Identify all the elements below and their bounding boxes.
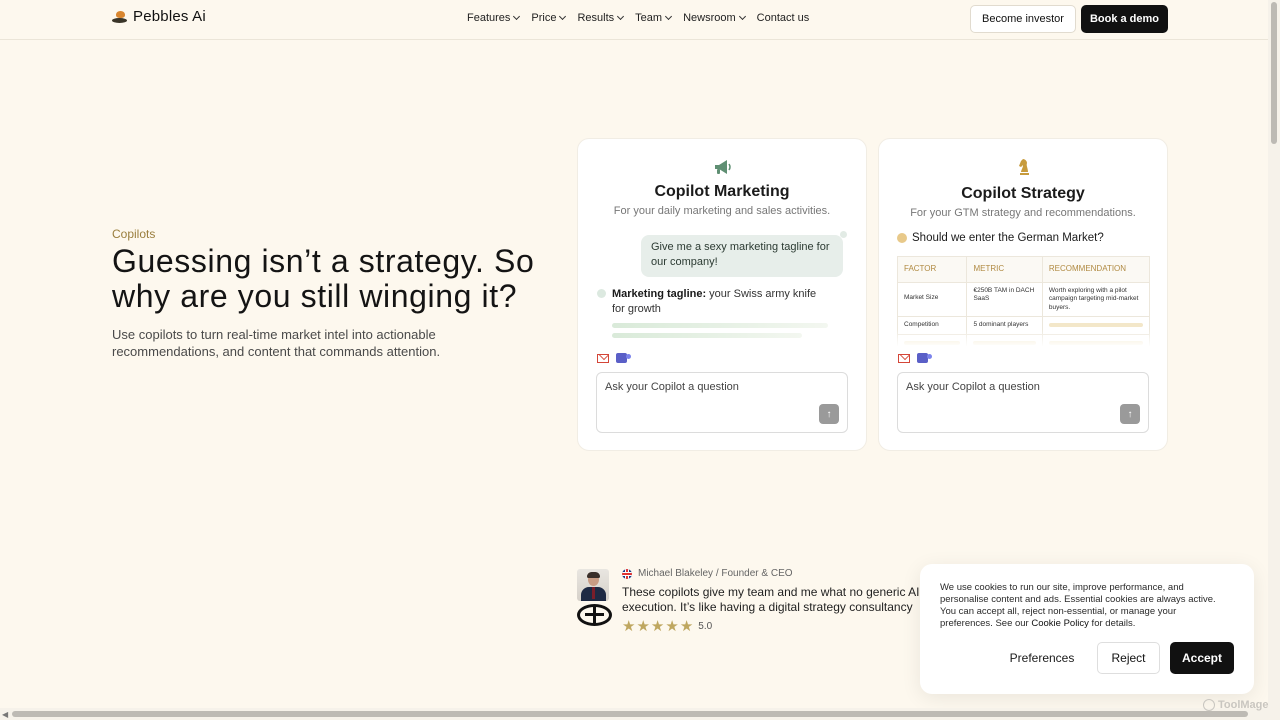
cookie-text: We use cookies to run our site, improve … xyxy=(940,582,1230,630)
quote-line: execution. It’s like having a digital st… xyxy=(622,600,913,614)
cookie-banner: We use cookies to run our site, improve … xyxy=(920,564,1254,694)
cookie-text-part: for details. xyxy=(1088,618,1136,629)
star-icon: ★ xyxy=(679,618,694,635)
star-rating: ★ ★ ★ ★ ★ 5.0 xyxy=(622,619,712,634)
uk-flag-icon xyxy=(622,569,632,579)
table-row: Market Size €250B TAM in DACH SaaS Worth… xyxy=(898,282,1149,317)
integrations xyxy=(597,353,631,363)
integrations xyxy=(898,353,932,363)
watermark-text: ToolMage xyxy=(1218,699,1269,711)
chevron-down-icon xyxy=(513,12,521,21)
quote-line: These copilots give my team and me what … xyxy=(622,585,920,599)
nav-item-contact[interactable]: Contact us xyxy=(757,12,810,24)
pebbles-logo-icon xyxy=(112,10,127,23)
chevron-down-icon xyxy=(559,12,567,21)
testimonial-quote: These copilots give my team and me what … xyxy=(622,585,922,617)
nav-label: Price xyxy=(531,12,557,24)
card-subtitle: For your GTM strategy and recommendation… xyxy=(910,207,1136,219)
ask-placeholder: Ask your Copilot a question xyxy=(605,381,739,393)
star-icon: ★ xyxy=(650,618,665,635)
hero-subline: Use copilots to turn real-time market in… xyxy=(112,327,441,359)
nav-item-price[interactable]: Price xyxy=(531,12,567,24)
watermark-icon xyxy=(1203,699,1215,711)
ask-copilot-input[interactable]: Ask your Copilot a question ↑ xyxy=(596,372,848,433)
skeleton-line xyxy=(612,333,802,338)
scroll-left-icon[interactable]: ◀ xyxy=(2,710,8,719)
nav-label: Team xyxy=(635,12,663,24)
card-subtitle: For your daily marketing and sales activ… xyxy=(613,205,831,217)
table-fade xyxy=(897,329,1150,347)
answer-dot xyxy=(597,289,606,298)
testimonial-author: Michael Blakeley / Founder & CEO xyxy=(638,568,793,579)
copilot-marketing-card: Copilot Marketing For your daily marketi… xyxy=(577,138,867,451)
scrollbar-thumb[interactable] xyxy=(1271,2,1277,144)
copilot-strategy-card: Copilot Strategy For your GTM strategy a… xyxy=(878,138,1168,451)
chess-knight-icon xyxy=(1009,155,1039,179)
chevron-down-icon xyxy=(617,12,625,21)
copilot-answer: Marketing tagline: your Swiss army knife… xyxy=(612,287,832,317)
nav-label: Features xyxy=(467,12,511,24)
skeleton-line xyxy=(612,323,828,328)
gmail-icon xyxy=(597,353,609,363)
send-button[interactable]: ↑ xyxy=(819,404,839,424)
rating-value: 5.0 xyxy=(698,621,713,632)
book-demo-button[interactable]: Book a demo xyxy=(1081,5,1168,33)
strategy-question: Should we enter the German Market? xyxy=(912,232,1104,244)
become-investor-button[interactable]: Become investor xyxy=(970,5,1076,33)
chevron-down-icon xyxy=(665,12,673,21)
card-title: Copilot Marketing xyxy=(654,183,790,200)
chevron-down-icon xyxy=(738,12,746,21)
megaphone-icon xyxy=(708,155,738,179)
card-title: Copilot Strategy xyxy=(961,185,1085,202)
question-dot xyxy=(897,233,907,243)
star-icon: ★ xyxy=(622,618,636,635)
cookie-reject-button[interactable]: Reject xyxy=(1097,642,1160,674)
table-cell: Worth exploring with a pilot campaign ta… xyxy=(1048,286,1139,311)
scrollbar-thumb[interactable] xyxy=(12,711,1248,717)
user-question-bubble: Give me a sexy marketing tagline for our… xyxy=(641,235,843,277)
top-nav: Pebbles Ai Features Price Results Team N… xyxy=(0,0,1268,40)
cookie-accept-button[interactable]: Accept xyxy=(1170,642,1234,674)
arrow-up-icon: ↑ xyxy=(1127,408,1133,420)
teams-icon xyxy=(616,353,631,363)
column-header: METRIC xyxy=(967,257,1043,282)
nav-item-features[interactable]: Features xyxy=(467,12,521,24)
nav-item-results[interactable]: Results xyxy=(577,12,625,24)
avatar xyxy=(577,569,609,601)
vertical-scrollbar[interactable] xyxy=(1268,0,1280,720)
nav-item-newsroom[interactable]: Newsroom xyxy=(683,12,746,24)
cookie-policy-link[interactable]: Cookie Policy xyxy=(1031,618,1089,629)
teams-icon xyxy=(917,353,932,363)
watermark: ToolMage xyxy=(1203,699,1269,711)
arrow-up-icon: ↑ xyxy=(826,408,832,420)
column-header: RECOMMENDATION xyxy=(1042,257,1149,282)
main-menu: Features Price Results Team Newsroom Con… xyxy=(467,12,809,24)
ask-copilot-input[interactable]: Ask your Copilot a question ↑ xyxy=(897,372,1149,433)
company-logo-icon xyxy=(577,604,612,626)
table-cell: Market Size xyxy=(898,282,968,316)
column-header: FACTOR xyxy=(898,257,968,282)
ask-placeholder: Ask your Copilot a question xyxy=(906,381,1040,393)
nav-item-team[interactable]: Team xyxy=(635,12,673,24)
send-button[interactable]: ↑ xyxy=(1120,404,1140,424)
brand-logo[interactable]: Pebbles Ai xyxy=(112,8,206,25)
nav-label: Results xyxy=(577,12,615,24)
nav-label: Contact us xyxy=(756,12,810,24)
star-icon: ★ xyxy=(665,618,679,635)
brand-name: Pebbles Ai xyxy=(133,8,206,25)
skeleton-line xyxy=(1048,323,1143,327)
horizontal-scrollbar[interactable]: ◀ xyxy=(0,708,1268,720)
gmail-icon xyxy=(898,353,910,363)
nav-label: Newsroom xyxy=(683,12,736,24)
table-cell: €250B TAM in DACH SaaS xyxy=(967,282,1043,316)
cookie-preferences-button[interactable]: Preferences xyxy=(1000,642,1084,674)
star-icon: ★ xyxy=(636,618,650,635)
table-header: FACTOR METRIC RECOMMENDATION xyxy=(898,257,1149,283)
section-eyebrow: Copilots xyxy=(112,227,156,241)
answer-label: Marketing tagline: xyxy=(612,288,707,300)
hero-headline: Guessing isn’t a strategy. So why are yo… xyxy=(112,243,535,314)
